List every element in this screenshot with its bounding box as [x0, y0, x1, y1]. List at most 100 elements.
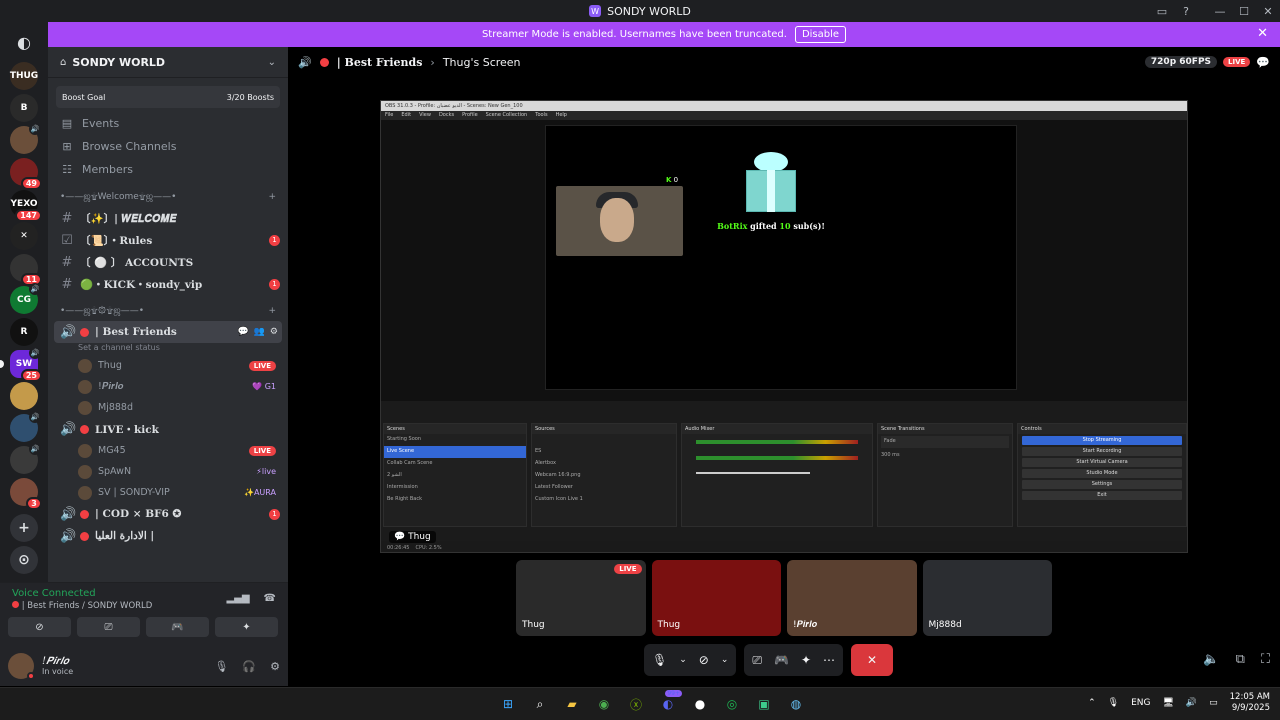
volume-icon[interactable]: 🔈 [1203, 652, 1219, 667]
more-icon[interactable]: ⋯ [823, 653, 835, 667]
camera-off-icon[interactable]: ⊘ [699, 653, 709, 667]
participant-tile[interactable]: Thug [651, 560, 781, 636]
inbox-icon[interactable]: ▭ [1150, 5, 1174, 18]
server-icon[interactable]: 🔊 [10, 123, 41, 154]
mic-control[interactable]: 🎙 ⌄ ⊘ ⌄ [644, 644, 737, 676]
microphone-icon[interactable]: 🎙 [652, 653, 667, 667]
soundboard-button[interactable]: ✦ [215, 617, 278, 637]
start-icon[interactable]: ⊞ [496, 692, 520, 716]
nav-item[interactable]: ☷ Members [48, 158, 288, 181]
boost-goal[interactable]: Boost Goal 3/20 Boosts [56, 86, 280, 108]
participant-name: Thug [522, 620, 545, 630]
invite-icon[interactable]: 👥 [254, 327, 265, 337]
settings-icon[interactable]: ⚙ [270, 660, 280, 673]
spotify-icon[interactable]: ◎ [720, 692, 744, 716]
help-icon[interactable]: ? [1174, 5, 1198, 18]
voice-user[interactable]: SpAwN ⚡live [48, 461, 288, 482]
server-icon[interactable]: SW 25 🔊 [0, 347, 42, 382]
channel-category[interactable]: •——ஜ۩Welcome۩ஜ——• + [48, 187, 288, 207]
voice-channel-path[interactable]: | Best Friends / SONDY WORLD [12, 601, 152, 611]
voice-connected-status[interactable]: Voice Connected [12, 588, 96, 599]
voice-user[interactable]: Thug LIVE [48, 355, 288, 376]
chat-icon[interactable]: 💬 [1256, 56, 1270, 69]
add-channel-icon[interactable]: + [268, 306, 276, 316]
text-channel[interactable]: # 〔 ⚪ 〕 ACCOUNTS [48, 251, 288, 273]
screen-share-icon[interactable]: ⎚ [752, 653, 762, 668]
activity-icon[interactable]: 🎮 [774, 653, 789, 667]
channel-category[interactable]: •——ஜ۩۞۩ஜ——• + [48, 301, 288, 321]
server-icon[interactable]: 11 [10, 254, 42, 286]
close-button[interactable]: ✕ [1256, 5, 1280, 18]
volume-tray-icon[interactable]: 🔊 [1186, 698, 1197, 708]
channel-status[interactable]: Set a channel status [48, 343, 288, 355]
voice-user[interactable]: !𝑷𝒊𝒓𝒍𝒐 💜 G1 [48, 376, 288, 397]
voice-user[interactable]: SV | SONDY-VIP ✨AURA [48, 482, 288, 503]
tray-chevron-icon[interactable]: ⌃ [1088, 698, 1096, 708]
soundboard-icon[interactable]: ✦ [801, 653, 811, 667]
battery-icon[interactable]: ▭ [1209, 698, 1218, 708]
headphones-icon[interactable]: 🎧 [242, 660, 256, 673]
server-icon[interactable]: 🔊 [10, 411, 41, 442]
settings-icon[interactable]: ⚙ [270, 327, 278, 337]
voice-user[interactable]: Mj888d [48, 397, 288, 418]
server-icon[interactable]: ✕ [10, 222, 38, 250]
text-channel[interactable]: ☑ 〔📜〕・Rules 1 [48, 229, 288, 251]
server-icon[interactable] [10, 382, 38, 410]
microphone-tray-icon[interactable]: 🎙 [1108, 698, 1119, 708]
voice-channel[interactable]: 🔊 | COD × BF6 ✪ 1 [48, 503, 288, 525]
discord-home-icon[interactable]: ◐ [10, 28, 38, 56]
voice-channel[interactable]: 🔊 LIVE・kick [48, 418, 288, 440]
xbox-icon[interactable]: ⓧ [624, 692, 648, 716]
participant-tile[interactable]: Mj888d [922, 560, 1052, 636]
signal-icon[interactable]: ▂▄▆ [226, 593, 249, 604]
add-channel-icon[interactable]: + [268, 192, 276, 202]
chat-icon[interactable]: 💬 [237, 327, 248, 337]
search-icon[interactable]: ⌕ [528, 692, 552, 716]
language-indicator[interactable]: ENG [1131, 698, 1150, 708]
discover-icon[interactable]: ⊙ [10, 546, 38, 574]
maximize-button[interactable]: ☐ [1232, 5, 1256, 18]
close-banner-icon[interactable]: ✕ [1257, 26, 1268, 41]
camera-off-button[interactable]: ⊘ [8, 617, 71, 637]
nav-item[interactable]: ⊞ Browse Channels [48, 135, 288, 158]
text-channel[interactable]: # 🟢・KICK・sondy_vip 1 [48, 273, 288, 295]
app-icon[interactable]: ▣ [752, 692, 776, 716]
chevron-down-icon[interactable]: ⌄ [679, 655, 687, 665]
participant-tile[interactable]: !𝑷𝒊𝒓𝒍𝒐 [787, 560, 917, 636]
disconnect-button[interactable]: ✕ [851, 644, 894, 676]
avatar[interactable] [8, 653, 35, 680]
disconnect-icon[interactable]: ☎ [264, 593, 276, 604]
server-icon[interactable]: 3 [10, 478, 42, 510]
chevron-down-icon[interactable]: ⌄ [721, 655, 729, 665]
fullscreen-icon[interactable]: ⛶ [1261, 652, 1270, 667]
server-icon[interactable]: 🔊 [10, 443, 41, 474]
server-icon[interactable]: CG 🔊 [10, 283, 41, 314]
text-channel[interactable]: # 〔✨〕| 𝑾𝑬𝑳𝑪𝑶𝑴𝑬 [48, 207, 288, 229]
steam-icon[interactable]: ◍ [784, 692, 808, 716]
network-icon[interactable]: 🖥 [1162, 698, 1173, 708]
add-server-icon[interactable]: + [10, 514, 38, 542]
minimize-button[interactable]: — [1208, 5, 1232, 18]
chrome-icon[interactable]: ◉ [592, 692, 616, 716]
server-icon[interactable]: B [10, 94, 38, 122]
server-icon[interactable]: YEXO 147 [10, 190, 42, 222]
nav-item[interactable]: ▤ Events [48, 112, 288, 135]
server-icon[interactable]: 49 [10, 158, 42, 190]
popout-icon[interactable]: ⧉ [1236, 652, 1245, 667]
voice-channel[interactable]: 🔊 الادارة العليا | [48, 525, 288, 547]
screen-share-button[interactable]: ⎚ [77, 617, 140, 637]
server-icon[interactable]: R [10, 318, 38, 346]
clock[interactable]: 12:05 AM 9/9/2025 [1230, 692, 1270, 714]
obs-icon[interactable]: ● [688, 692, 712, 716]
server-icon[interactable]: THUG [10, 62, 38, 90]
voice-user[interactable]: MG45 LIVE [48, 440, 288, 461]
microphone-icon[interactable]: 🎙 [214, 660, 228, 673]
shared-screen[interactable]: OBS 31.0.3 - Profile: الديو عضبان - Scen… [380, 100, 1188, 553]
disable-button[interactable]: Disable [794, 26, 847, 43]
folder-icon[interactable]: ▰ [560, 692, 584, 716]
activity-button[interactable]: 🎮 [146, 617, 209, 637]
discord-icon[interactable]: ◐ 99+ [656, 690, 682, 716]
participant-tile[interactable]: Thug LIVE [516, 560, 646, 636]
voice-channel[interactable]: 🔊 | Best Friends 💬 👥 ⚙ [54, 321, 282, 343]
server-header[interactable]: ⌂ SONDY WORLD ⌄ [48, 47, 288, 78]
